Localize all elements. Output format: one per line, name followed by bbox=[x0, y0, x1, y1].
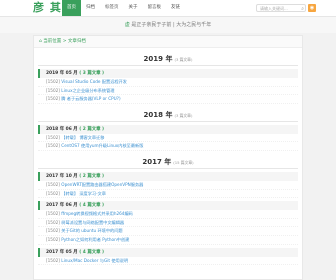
post-title[interactable]: ffmpeg转换视频格式并采用h264编码 bbox=[61, 211, 133, 216]
month-label: 2017 年 10 月 bbox=[46, 173, 78, 179]
post-id: [1502] bbox=[46, 96, 60, 102]
post-link[interactable]: [1502] CentOS7 使用yum升级Linux内核至最新版 bbox=[38, 142, 298, 151]
post-title[interactable]: 【转载】 深度学习-文章 bbox=[61, 191, 106, 196]
month-label: 2019 年 05 月 bbox=[46, 71, 78, 76]
post-id: [1502] bbox=[46, 143, 60, 149]
nav-about[interactable]: 关于 bbox=[124, 0, 143, 16]
post-id: [1502] bbox=[46, 87, 60, 93]
nav-links[interactable]: 友链 bbox=[166, 0, 185, 16]
motto-banner: 虚 是正子亲民于子前 | 大为之民与千年 bbox=[0, 17, 336, 33]
post-link[interactable]: [1502] 树莓派设置与网络配置中文编辑器 bbox=[38, 219, 298, 228]
banner-text-b: 是正子亲民于子前 bbox=[131, 22, 172, 28]
post-title[interactable]: Visual Studio Code 配置远程开发 bbox=[61, 79, 127, 84]
month-label: 2018 年 06 月 bbox=[46, 126, 78, 132]
month-count: ( 2 篇文章 ) bbox=[79, 173, 105, 179]
search-placeholder: 请输入关键词... bbox=[260, 6, 288, 11]
rss-icon[interactable]: ◉ bbox=[308, 4, 316, 12]
post-id: [1502] bbox=[46, 257, 60, 263]
post-id: [1502] bbox=[46, 211, 60, 217]
banner-text-c: 大为之民与千年 bbox=[176, 22, 212, 28]
breadcrumb: ⌂ 当前位置 > 文章归档 bbox=[34, 36, 302, 48]
post-title[interactable]: 关于Git的 ubuntu 环境中的问题 bbox=[61, 228, 122, 233]
post-title[interactable]: Linux/Mac Docker 与Git 使用说明 bbox=[61, 258, 128, 263]
post-link[interactable]: [1502] Linux/Mac Docker 与Git 使用说明 bbox=[38, 257, 298, 266]
post-link[interactable]: [1502] 关于Git的 ubuntu 环境中的问题 bbox=[38, 227, 298, 236]
year-label: 2017 年 bbox=[142, 157, 172, 166]
post-id: [1502] bbox=[46, 190, 60, 196]
post-link[interactable]: [1502] 【转载】 博客文章迁移 bbox=[38, 134, 298, 143]
post-link[interactable]: [1502] OpenWRT配置路由器搭建OpenVPN服务器 bbox=[38, 181, 298, 190]
nav-tags[interactable]: 标签页 bbox=[100, 0, 124, 16]
post-link[interactable]: [1502] 腾 者于云服务器(VLP or CPU?) bbox=[38, 95, 298, 104]
nav-guestbook[interactable]: 留言板 bbox=[143, 0, 167, 16]
post-link[interactable]: [1502] 【转载】 深度学习-文章 bbox=[38, 190, 298, 199]
month-count: ( 4 篇文章 ) bbox=[79, 249, 105, 255]
year-heading: 2017 年 (15 篇文章) bbox=[34, 157, 302, 166]
month-count: ( 3 篇文章 ) bbox=[79, 71, 105, 76]
year-heading: 2018 年 (3 篇文章) bbox=[34, 110, 302, 119]
month-heading: 2017 年 05 月 ( 4 篇文章 ) bbox=[38, 247, 298, 257]
banner-separator: | bbox=[172, 22, 175, 28]
year-heading: 2019 年 (3 篇文章) bbox=[34, 54, 302, 63]
month-heading: 2018 年 06 月 ( 2 篇文章 ) bbox=[38, 124, 298, 134]
post-id: [1502] bbox=[46, 134, 60, 140]
year-divider bbox=[38, 65, 298, 66]
archive-list: 2019 年 (3 篇文章) 2019 年 05 月 ( 3 篇文章 ) [1502]… bbox=[34, 54, 302, 266]
post-link[interactable]: [1502] ffmpeg转换视频格式并采用h264编码 bbox=[38, 210, 298, 219]
post-title[interactable]: 腾 者于云服务器(VLP or CPU?) bbox=[61, 96, 120, 101]
post-link[interactable]: [1502] Visual Studio Code 配置远程开发 bbox=[38, 78, 298, 87]
nav-archive[interactable]: 归档 bbox=[81, 0, 100, 16]
post-id: [1502] bbox=[46, 181, 60, 187]
year-divider bbox=[38, 167, 298, 169]
breadcrumb-text[interactable]: 当前位置 > 文章归档 bbox=[43, 39, 86, 44]
archive-panel: ⌂ 当前位置 > 文章归档 2019 年 (3 篇文章) 2019 年 05 月 (… bbox=[33, 35, 303, 280]
post-title[interactable]: Linux之企业级分布系统管理 bbox=[61, 88, 114, 93]
post-link[interactable]: [1502] Python之如何利用者 Python中创建 bbox=[38, 236, 298, 245]
month-label: 2017 年 05 月 bbox=[46, 249, 78, 255]
year-count: (15 篇文章) bbox=[173, 159, 194, 165]
post-title[interactable]: OpenWRT配置路由器搭建OpenVPN服务器 bbox=[61, 182, 143, 187]
month-heading: 2017 年 06 月 ( 4 篇文章 ) bbox=[38, 201, 298, 211]
post-title[interactable]: 树莓派设置与网络配置中文编辑器 bbox=[61, 220, 124, 225]
search-input[interactable]: 请输入关键词... ⌕ bbox=[256, 4, 306, 12]
month-label: 2017 年 06 月 bbox=[46, 203, 78, 209]
home-icon[interactable]: ⌂ bbox=[39, 39, 42, 44]
banner-text-a: 虚 bbox=[124, 22, 130, 28]
post-id: [1502] bbox=[46, 219, 60, 225]
year-label: 2019 年 bbox=[143, 55, 173, 63]
post-title[interactable]: 【转载】 博客文章迁移 bbox=[61, 135, 104, 140]
top-navbar: 彦 其 灵 首页 归档 标签页 关于 留言板 友链 请输入关键词... ⌕ ◉ bbox=[0, 0, 336, 17]
year-count: (3 篇文章) bbox=[174, 57, 193, 62]
month-count: ( 2 篇文章 ) bbox=[79, 126, 105, 132]
month-count: ( 4 篇文章 ) bbox=[79, 203, 105, 209]
post-title[interactable]: Python之如何利用者 Python中创建 bbox=[61, 237, 129, 242]
post-link[interactable]: [1502] Linux之企业级分布系统管理 bbox=[38, 87, 298, 96]
year-count: (3 篇文章) bbox=[174, 112, 193, 118]
month-heading: 2019 年 05 月 ( 3 篇文章 ) bbox=[38, 69, 298, 78]
main-nav: 首页 归档 标签页 关于 留言板 友链 bbox=[62, 0, 185, 16]
post-title[interactable]: CentOS7 使用yum升级Linux内核至最新版 bbox=[61, 143, 143, 148]
search-icon[interactable]: ⌕ bbox=[301, 5, 304, 13]
month-heading: 2017 年 10 月 ( 2 篇文章 ) bbox=[38, 171, 298, 181]
post-id: [1502] bbox=[46, 228, 60, 234]
nav-home[interactable]: 首页 bbox=[62, 0, 81, 16]
post-id: [1502] bbox=[46, 79, 60, 84]
year-label: 2018 年 bbox=[143, 110, 173, 119]
post-id: [1502] bbox=[46, 236, 60, 242]
year-divider bbox=[38, 120, 298, 122]
